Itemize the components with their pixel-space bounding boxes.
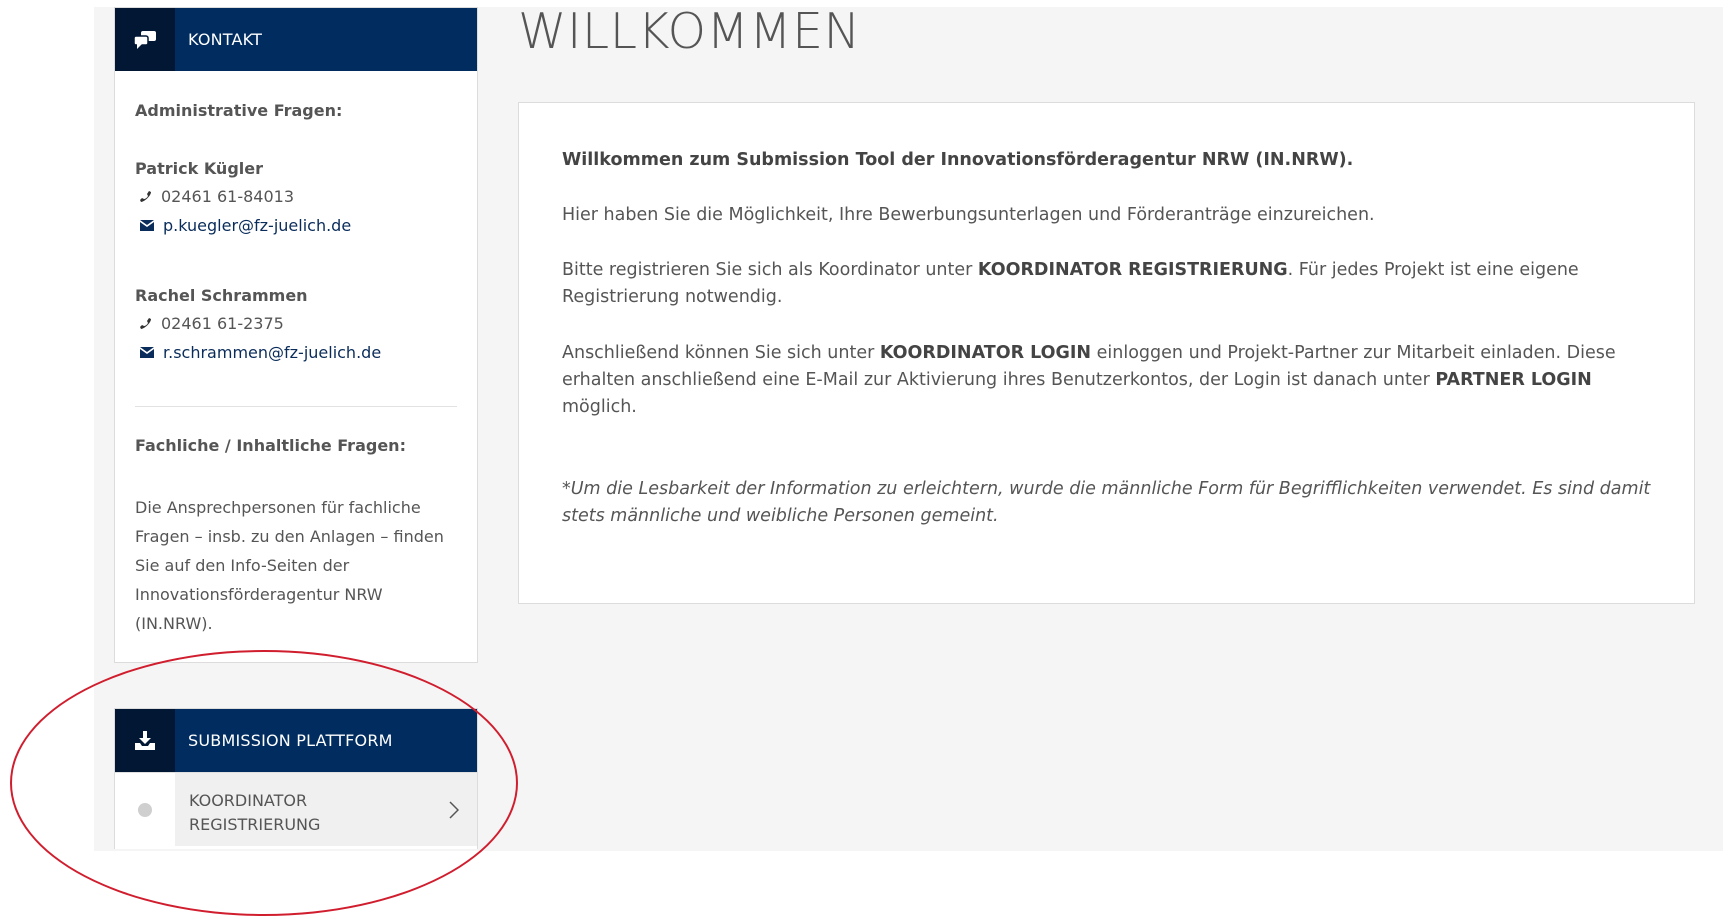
contact-phone: 02461 61-2375 (139, 314, 284, 333)
intro-heading: Willkommen zum Submission Tool der Innov… (562, 150, 1354, 170)
contact-email-link[interactable]: r.schrammen@fz-juelich.de (163, 343, 381, 362)
technical-text-line: (IN.NRW). (135, 614, 213, 633)
nav-item-koordinator-registrierung[interactable]: KOORDINATOR REGISTRIERUNG (115, 772, 477, 846)
contact-email[interactable]: p.kuegler@fz-juelich.de (139, 216, 351, 235)
submission-header: SUBMISSION PLATTFORM (115, 709, 477, 772)
intro-paragraph: Hier haben Sie die Möglichkeit, Ihre Bew… (562, 205, 1375, 225)
contact-header-title: KONTAKT (188, 30, 263, 49)
contact-divider (135, 406, 457, 407)
technical-text-line: Sie auf den Info-Seiten der (135, 556, 350, 575)
submission-header-title: SUBMISSION PLATTFORM (188, 731, 393, 750)
welcome-content-box: Willkommen zum Submission Tool der Innov… (518, 102, 1695, 604)
mail-icon (140, 346, 154, 358)
technical-text-line: Die Ansprechpersonen für fachliche (135, 498, 421, 517)
contact-phone: 02461 61-84013 (139, 187, 294, 206)
phone-icon (140, 190, 151, 202)
gender-note: *Um die Lesbarkeit der Information zu er… (562, 479, 1651, 526)
contact-email-link[interactable]: p.kuegler@fz-juelich.de (163, 216, 351, 235)
contact-phone-number: 02461 61-2375 (161, 314, 284, 333)
technical-questions-label: Fachliche / Inhaltliche Fragen: (135, 436, 406, 455)
login-paragraph: Anschließend können Sie sich unter KOORD… (562, 343, 1616, 417)
contact-header: KONTAKT (115, 8, 477, 71)
contact-panel: KONTAKT Administrative Fragen: Patrick K… (114, 7, 478, 663)
bullet-dot-icon (115, 773, 175, 846)
registration-paragraph: Bitte registrieren Sie sich als Koordina… (562, 260, 1579, 307)
contact-phone-number: 02461 61-84013 (161, 187, 295, 206)
contact-person-name: Rachel Schrammen (135, 286, 308, 305)
contact-email[interactable]: r.schrammen@fz-juelich.de (139, 343, 381, 362)
mail-icon (140, 219, 154, 231)
admin-questions-label: Administrative Fragen: (135, 101, 343, 120)
technical-questions-text: Die Ansprechpersonen für fachliche Frage… (135, 493, 445, 638)
phone-icon (140, 317, 151, 329)
technical-text-line: Innovationsförderagentur NRW (135, 585, 383, 604)
page-title: WILLKOMMEN (518, 3, 861, 60)
chat-icon (115, 8, 175, 71)
contact-person-name: Patrick Kügler (135, 159, 263, 178)
chevron-right-icon[interactable] (449, 801, 460, 823)
technical-text-line: Fragen – insb. zu den Anlagen – finden (135, 527, 444, 546)
submission-panel: SUBMISSION PLATTFORM KOORDINATOR REGISTR… (114, 708, 478, 849)
nav-item-label[interactable]: KOORDINATOR REGISTRIERUNG (189, 789, 320, 837)
download-tray-icon (115, 709, 175, 772)
